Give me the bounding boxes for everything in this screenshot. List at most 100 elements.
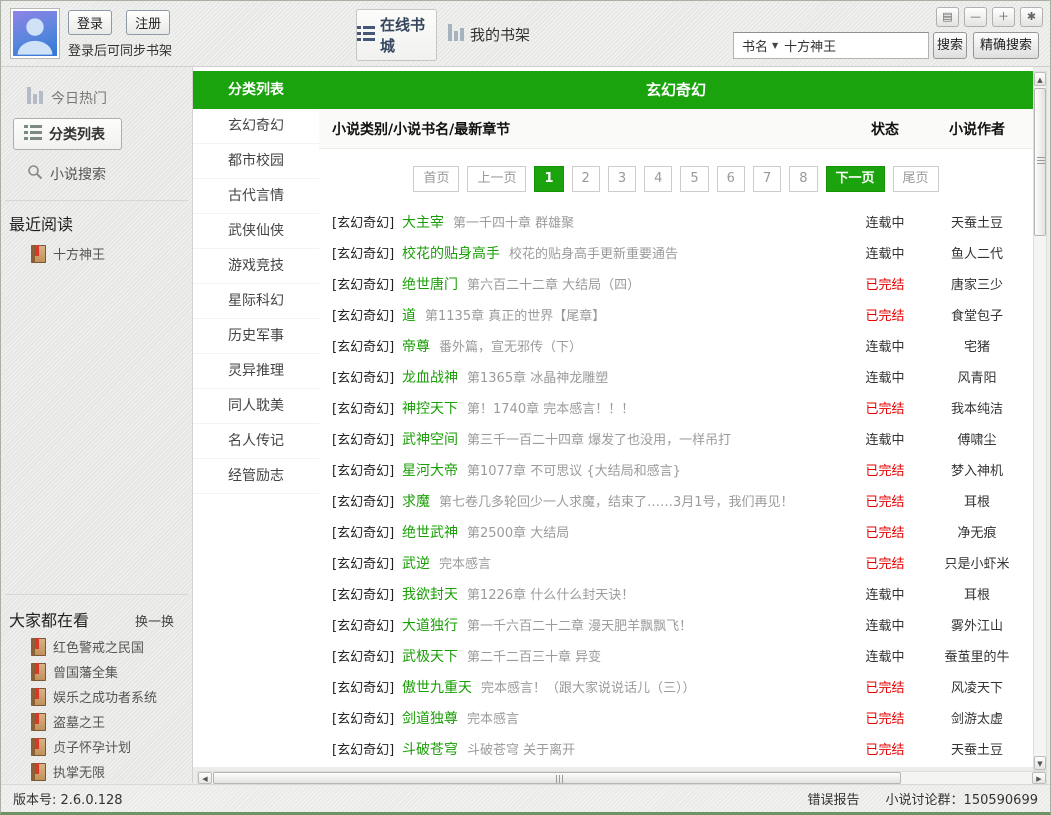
avatar[interactable] [11,9,59,58]
table-row[interactable]: [玄幻奇幻] 龙血战神 第1365章 冰晶神龙雕塑 连载中 风青阳 [319,361,1033,392]
category-item[interactable]: 经管励志 [193,459,319,494]
row-book-title[interactable]: 我欲封天 [402,584,458,604]
row-book-title[interactable]: 绝世唐门 [402,274,458,294]
category-item[interactable]: 历史军事 [193,319,319,354]
category-item[interactable]: 游戏竞技 [193,249,319,284]
category-item[interactable]: 同人耽美 [193,389,319,424]
row-book-title[interactable]: 剑道独尊 [402,708,458,728]
row-book-title[interactable]: 武神空间 [402,429,458,449]
register-button[interactable]: 注册 [126,10,170,35]
table-row[interactable]: [玄幻奇幻] 我欲封天 第1226章 什么什么封天诀！ 连载中 耳根 [319,578,1033,609]
page-button[interactable]: 首页 [413,166,459,192]
scroll-right-icon[interactable]: ▶ [1032,772,1046,784]
vertical-scrollbar[interactable]: ▲ ▼ [1033,71,1047,771]
table-row[interactable]: [玄幻奇幻] 帝尊 番外篇，宣无邪传（下） 连载中 宅猪 [319,330,1033,361]
refresh-link[interactable]: 换一换 [135,611,174,630]
category-item[interactable]: 星际科幻 [193,284,319,319]
minimize-button[interactable]: — [964,7,987,27]
row-status-badge: 已完结 [841,305,929,324]
online-store-button[interactable]: 在线书城 [356,9,437,61]
row-book-title[interactable]: 武极天下 [402,646,458,666]
row-book-title[interactable]: 傲世九重天 [402,677,472,697]
page-button[interactable]: 尾页 [893,166,939,192]
row-author: 耳根 [929,491,1025,510]
everyone-book-item[interactable]: 娱乐之成功者系统 [31,687,192,706]
horizontal-scrollbar-thumb[interactable] [213,772,901,784]
row-latest-chapter: 校花的贴身高手更新重要通告 [509,243,841,262]
login-area: 登录 注册 登录后可同步书架 [68,10,179,59]
table-row[interactable]: [玄幻奇幻] 道 第1135章 真正的世界【尾章】 已完结 食堂包子 [319,299,1033,330]
search-button[interactable]: 搜索 [933,32,967,59]
table-row[interactable]: [玄幻奇幻] 傲世九重天 完本感言！（跟大家说说话儿（三）） 已完结 风凌天下 [319,671,1033,702]
login-button[interactable]: 登录 [68,10,112,35]
row-book-title[interactable]: 绝世武神 [402,522,458,542]
my-shelf-button[interactable]: 我的书架 [448,24,530,45]
everyone-book-item[interactable]: 红色警戒之民国 [31,637,192,656]
table-row[interactable]: [玄幻奇幻] 武神空间 第三千一百二十四章 爆发了也没用，一样吊打 连载中 傅啸… [319,423,1033,454]
table-row[interactable]: [玄幻奇幻] 绝世武神 第2500章 大结局 已完结 净无痕 [319,516,1033,547]
page-button[interactable]: 下一页 [826,166,885,192]
everyone-book-item[interactable]: 曾国藩全集 [31,662,192,681]
sidebar-item-today-hot[interactable]: 今日热门 [27,87,192,108]
table-row[interactable]: [玄幻奇幻] 校花的贴身高手 校花的贴身高手更新重要通告 连载中 鱼人二代 [319,237,1033,268]
everyone-book-item[interactable]: 执掌无限 [31,762,192,781]
page-button[interactable]: 1 [534,166,563,192]
row-book-title[interactable]: 大主宰 [402,212,444,232]
everyone-book-item[interactable]: 盗墓之王 [31,712,192,731]
table-row[interactable]: [玄幻奇幻] 剑道独尊 完本感言 已完结 剑游太虚 [319,702,1033,733]
row-book-title[interactable]: 龙血战神 [402,367,458,387]
maximize-button[interactable]: ＋ [992,7,1015,27]
row-status-badge: 连载中 [841,429,929,448]
page-button[interactable]: 7 [753,166,781,192]
row-book-title[interactable]: 校花的贴身高手 [402,243,500,263]
page-button[interactable]: 6 [717,166,745,192]
error-report-link[interactable]: 错误报告 [808,789,860,808]
search-input[interactable]: 书名 ▼ 十方神王 [733,32,929,59]
table-row[interactable]: [玄幻奇幻] 大主宰 第一千四十章 群雄聚 连载中 天蚕土豆 [319,206,1033,237]
category-item[interactable]: 古代言情 [193,179,319,214]
page-button[interactable]: 3 [608,166,636,192]
row-book-title[interactable]: 武逆 [402,553,430,573]
scroll-up-icon[interactable]: ▲ [1034,72,1046,86]
row-book-title[interactable]: 帝尊 [402,336,430,356]
vertical-scrollbar-thumb[interactable] [1034,88,1046,236]
page-button[interactable]: 4 [644,166,672,192]
page-button[interactable]: 上一页 [467,166,526,192]
chevron-down-icon[interactable]: ▼ [772,41,778,50]
table-row[interactable]: [玄幻奇幻] 神控天下 第！1740章 完本感言！！！ 已完结 我本纯洁 [319,392,1033,423]
sidebar-item-category-list[interactable]: 分类列表 [13,118,122,150]
exact-search-button[interactable]: 精确搜索 [973,32,1039,59]
category-item[interactable]: 玄幻奇幻 [193,109,319,144]
horizontal-scrollbar[interactable]: ◀ ▶ [197,771,1047,785]
row-book-title[interactable]: 斗破苍穹 [402,739,458,759]
table-row[interactable]: [玄幻奇幻] 求魔 第七卷几多轮回少一人求魔，结束了……3月1号，我们再见！ 已… [319,485,1033,516]
table-row[interactable]: [玄幻奇幻] 武极天下 第二千二百三十章 异变 连载中 蚕茧里的牛 [319,640,1033,671]
everyone-book-item[interactable]: 贞子怀孕计划 [31,737,192,756]
page-button[interactable]: 2 [572,166,600,192]
table-row[interactable]: [玄幻奇幻] 斗破苍穹 斗破苍穹 关于离开 已完结 天蚕土豆 [319,733,1033,764]
row-book-title[interactable]: 道 [402,305,416,325]
scroll-down-icon[interactable]: ▼ [1034,756,1046,770]
row-book-title[interactable]: 星河大帝 [402,460,458,480]
menu-button[interactable]: ▤ [936,7,959,27]
category-item[interactable]: 灵异推理 [193,354,319,389]
sidebar-item-novel-search[interactable]: 小说搜索 [27,164,192,184]
table-row[interactable]: [玄幻奇幻] 武逆 完本感言 已完结 只是小虾米 [319,547,1033,578]
search-value[interactable]: 十方神王 [784,36,836,55]
search-field-selector[interactable]: 书名 [742,36,768,55]
scroll-left-icon[interactable]: ◀ [198,772,212,784]
row-author: 唐家三少 [929,274,1025,293]
category-item[interactable]: 武侠仙侠 [193,214,319,249]
row-book-title[interactable]: 神控天下 [402,398,458,418]
row-book-title[interactable]: 大道独行 [402,615,458,635]
category-item[interactable]: 都市校园 [193,144,319,179]
table-row[interactable]: [玄幻奇幻] 绝世唐门 第六百二十二章 大结局（四） 已完结 唐家三少 [319,268,1033,299]
row-book-title[interactable]: 求魔 [402,491,430,511]
page-button[interactable]: 8 [789,166,817,192]
page-button[interactable]: 5 [680,166,708,192]
table-row[interactable]: [玄幻奇幻] 星河大帝 第1077章 不可思议 {大结局和感言} 已完结 梦入神… [319,454,1033,485]
close-button[interactable]: ✱ [1020,7,1043,27]
table-row[interactable]: [玄幻奇幻] 大道独行 第一千六百二十二章 漫天肥羊飘飘飞！ 连载中 雾外江山 [319,609,1033,640]
recent-book-item[interactable]: 十方神王 [31,244,192,263]
category-item[interactable]: 名人传记 [193,424,319,459]
